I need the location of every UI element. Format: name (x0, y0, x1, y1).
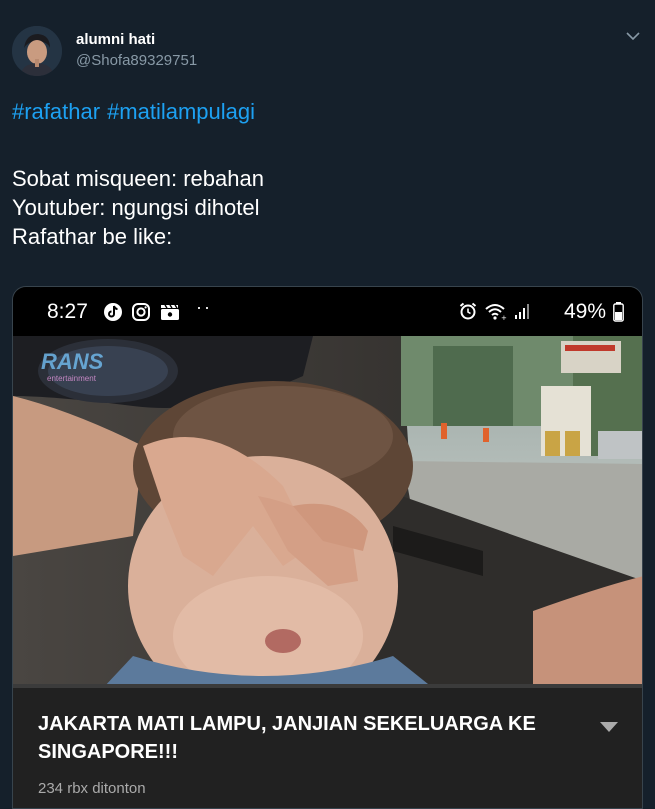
video-views: 234 rbx ditonton (38, 780, 146, 797)
video-info: JAKARTA MATI LAMPU, JANJIAN SEKELUARGA K… (13, 688, 642, 808)
status-icons-left (103, 302, 181, 322)
tweet: alumni hati @Shofa89329751 #rafathar #mat… (0, 0, 655, 809)
avatar-image (12, 26, 62, 76)
svg-text:+: + (501, 314, 507, 321)
status-overflow-dots: ·· (196, 297, 212, 317)
clapper-icon (161, 304, 179, 320)
tweet-text: Sobat misqueen: rebahan Youtuber: ngungs… (12, 164, 264, 251)
tiktok-icon (104, 303, 122, 321)
hashtags: #rafathar #matilampulagi (12, 99, 262, 125)
alarm-icon (459, 302, 477, 320)
user-handle[interactable]: @Shofa89329751 (76, 52, 197, 69)
battery-icon (613, 302, 624, 322)
svg-text:RANS: RANS (41, 349, 104, 374)
video-frame[interactable]: RANS entertainment (13, 336, 642, 688)
display-name[interactable]: alumni hati (76, 31, 155, 48)
hashtag-link[interactable]: #matilampulagi (107, 99, 255, 124)
wifi-icon: + (485, 304, 507, 321)
chevron-down-icon[interactable] (623, 26, 643, 46)
media-card[interactable]: 8:27 ·· + 49% RANS entertainment JAKARTA… (12, 286, 643, 809)
avatar[interactable] (12, 26, 62, 76)
video-thumbnail: RANS entertainment (13, 336, 642, 688)
phone-status-bar: 8:27 ·· + 49% (13, 287, 642, 336)
instagram-icon (132, 303, 150, 321)
tweet-line: Sobat misqueen: rebahan (12, 166, 264, 191)
video-title[interactable]: JAKARTA MATI LAMPU, JANJIAN SEKELUARGA K… (38, 710, 568, 766)
svg-text:entertainment: entertainment (47, 374, 97, 383)
battery-percent: 49% (563, 300, 606, 323)
expand-icon[interactable] (600, 722, 618, 732)
tweet-line: Rafathar be like: (12, 224, 173, 249)
signal-icon (515, 304, 529, 319)
tweet-line: Youtuber: ngungsi dihotel (12, 195, 260, 220)
status-time: 8:27 (47, 300, 88, 323)
hashtag-link[interactable]: #rafathar (12, 99, 100, 124)
status-icons-right: + (458, 301, 530, 321)
